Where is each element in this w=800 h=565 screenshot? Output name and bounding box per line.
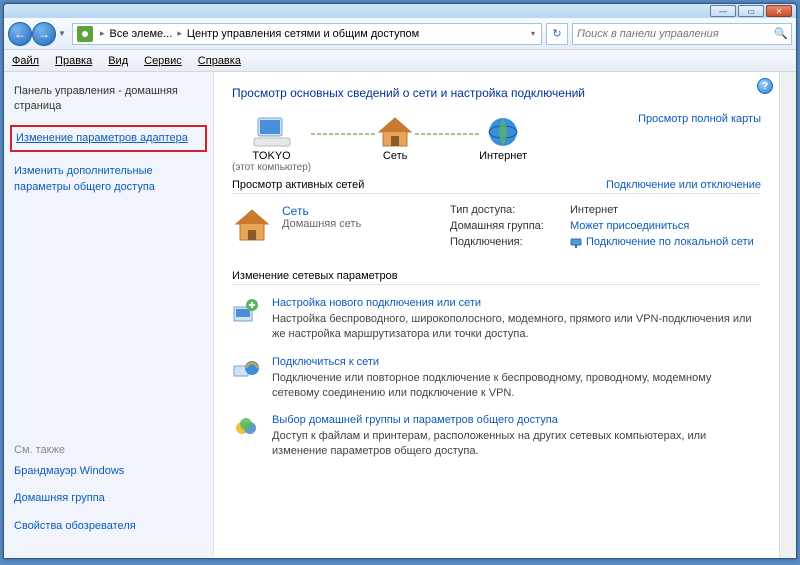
help-icon[interactable]: ?	[757, 78, 773, 94]
globe-icon	[483, 114, 523, 150]
address-bar[interactable]: ▸ Все элеме... ▸ Центр управления сетями…	[72, 23, 542, 45]
sidebar-homegroup-link[interactable]: Домашняя группа	[14, 491, 203, 506]
map-node-network[interactable]: Сеть	[375, 114, 415, 173]
active-network-name[interactable]: Сеть	[282, 204, 361, 218]
task-description: Настройка беспроводного, широкополосного…	[272, 312, 761, 342]
search-icon: 🔍	[771, 27, 791, 40]
house-icon	[232, 204, 272, 244]
close-button[interactable]: ✕	[766, 5, 792, 17]
detail-label: Тип доступа:	[450, 204, 570, 216]
detail-label: Домашняя группа:	[450, 220, 570, 232]
active-network-left: Сеть Домашняя сеть	[232, 204, 432, 252]
sidebar-spacer	[14, 207, 203, 444]
search-box[interactable]: 🔍	[572, 23, 792, 45]
task-description: Подключение или повторное подключение к …	[272, 371, 761, 401]
address-dropdown-icon[interactable]: ▾	[525, 29, 541, 38]
task-title-link[interactable]: Подключиться к сети	[272, 356, 761, 368]
page-title: Просмотр основных сведений о сети и наст…	[232, 86, 761, 100]
minimize-button[interactable]: —	[710, 5, 736, 17]
active-network-type: Домашняя сеть	[282, 218, 361, 230]
sidebar-firewall-link[interactable]: Брандмауэр Windows	[14, 464, 203, 479]
menu-help[interactable]: Справка	[198, 55, 241, 67]
task-description: Доступ к файлам и принтерам, расположенн…	[272, 429, 761, 459]
breadcrumb-arrow-icon: ▸	[97, 28, 108, 39]
lan-icon	[570, 236, 582, 248]
map-node-sublabel	[394, 162, 397, 173]
view-full-map-link[interactable]: Просмотр полной карты	[638, 113, 761, 125]
homegroup-join-link[interactable]: Может присоединиться	[570, 220, 689, 232]
map-connection-line	[311, 133, 375, 135]
breadcrumb-segment[interactable]: Центр управления сетями и общим доступом	[185, 28, 421, 40]
navbar: ← → ▼ ▸ Все элеме... ▸ Центр управления …	[4, 18, 796, 50]
refresh-button[interactable]: ↻	[546, 23, 568, 45]
content: Панель управления - домашняя страница Из…	[4, 72, 796, 558]
menu-edit[interactable]: Правка	[55, 55, 92, 67]
active-network-details: Тип доступа: Интернет Домашняя группа: М…	[450, 204, 761, 252]
maximize-button[interactable]: ▭	[738, 5, 764, 17]
map-node-label: TOKYO	[252, 150, 290, 162]
titlebar: — ▭ ✕	[4, 4, 796, 18]
nav-arrows: ← → ▼	[8, 22, 68, 46]
house-icon	[375, 114, 415, 150]
window: — ▭ ✕ ← → ▼ ▸ Все элеме... ▸ Центр управ…	[3, 3, 797, 559]
forward-button[interactable]: →	[32, 22, 56, 46]
breadcrumb-segment[interactable]: Все элеме...	[108, 28, 175, 40]
network-map: TOKYO (этот компьютер) Сеть	[232, 114, 761, 173]
search-input[interactable]	[573, 28, 771, 40]
menu-file[interactable]: Файл	[12, 55, 39, 67]
map-node-sublabel	[502, 162, 505, 173]
sidebar-home-link[interactable]: Панель управления - домашняя страница	[14, 84, 203, 115]
map-node-this-pc[interactable]: TOKYO (этот компьютер)	[232, 114, 311, 173]
task-homegroup-sharing: Выбор домашней группы и параметров общег…	[232, 414, 761, 459]
map-connection-line	[415, 133, 479, 135]
sidebar-internet-options-link[interactable]: Свойства обозревателя	[14, 519, 203, 534]
sidebar-sharing-settings-link[interactable]: Изменить дополнительные параметры общего…	[14, 164, 203, 195]
sidebar-adapter-settings-link[interactable]: Изменение параметров адаптера	[10, 125, 207, 152]
network-center-icon	[77, 26, 93, 42]
vertical-scrollbar[interactable]	[779, 72, 796, 558]
map-node-label: Сеть	[383, 150, 407, 162]
map-node-internet[interactable]: Интернет	[479, 114, 527, 173]
sidebar-see-also-label: См. также	[14, 444, 203, 456]
task-new-connection: Настройка нового подключения или сети На…	[232, 297, 761, 342]
connection-link[interactable]: Подключение по локальной сети	[570, 236, 754, 248]
new-connection-icon	[232, 297, 260, 325]
map-node-sublabel: (этот компьютер)	[232, 162, 311, 173]
back-button[interactable]: ←	[8, 22, 32, 46]
connect-network-icon	[232, 356, 260, 384]
sidebar: Панель управления - домашняя страница Из…	[4, 72, 214, 558]
menubar: Файл Правка Вид Сервис Справка	[4, 50, 796, 72]
active-network-block: Сеть Домашняя сеть Тип доступа: Интернет…	[232, 204, 761, 252]
detail-value: Интернет	[570, 204, 618, 216]
menu-tools[interactable]: Сервис	[144, 55, 182, 67]
homegroup-icon	[232, 414, 260, 442]
menu-view[interactable]: Вид	[108, 55, 128, 67]
computer-icon	[252, 114, 292, 150]
connect-disconnect-link[interactable]: Подключение или отключение	[606, 179, 761, 191]
section-title: Просмотр активных сетей	[232, 179, 364, 191]
map-node-label: Интернет	[479, 150, 527, 162]
detail-label: Подключения:	[450, 236, 570, 248]
task-connect-network: Подключиться к сети Подключение или повт…	[232, 356, 761, 401]
breadcrumb-arrow-icon: ▸	[174, 28, 185, 39]
nav-history-dropdown[interactable]: ▼	[56, 22, 68, 46]
task-title-link[interactable]: Выбор домашней группы и параметров общег…	[272, 414, 761, 426]
active-networks-header: Просмотр активных сетей Подключение или …	[232, 179, 761, 194]
network-settings-header: Изменение сетевых параметров	[232, 270, 761, 285]
task-title-link[interactable]: Настройка нового подключения или сети	[272, 297, 761, 309]
main-panel: ? Просмотр основных сведений о сети и на…	[214, 72, 779, 558]
